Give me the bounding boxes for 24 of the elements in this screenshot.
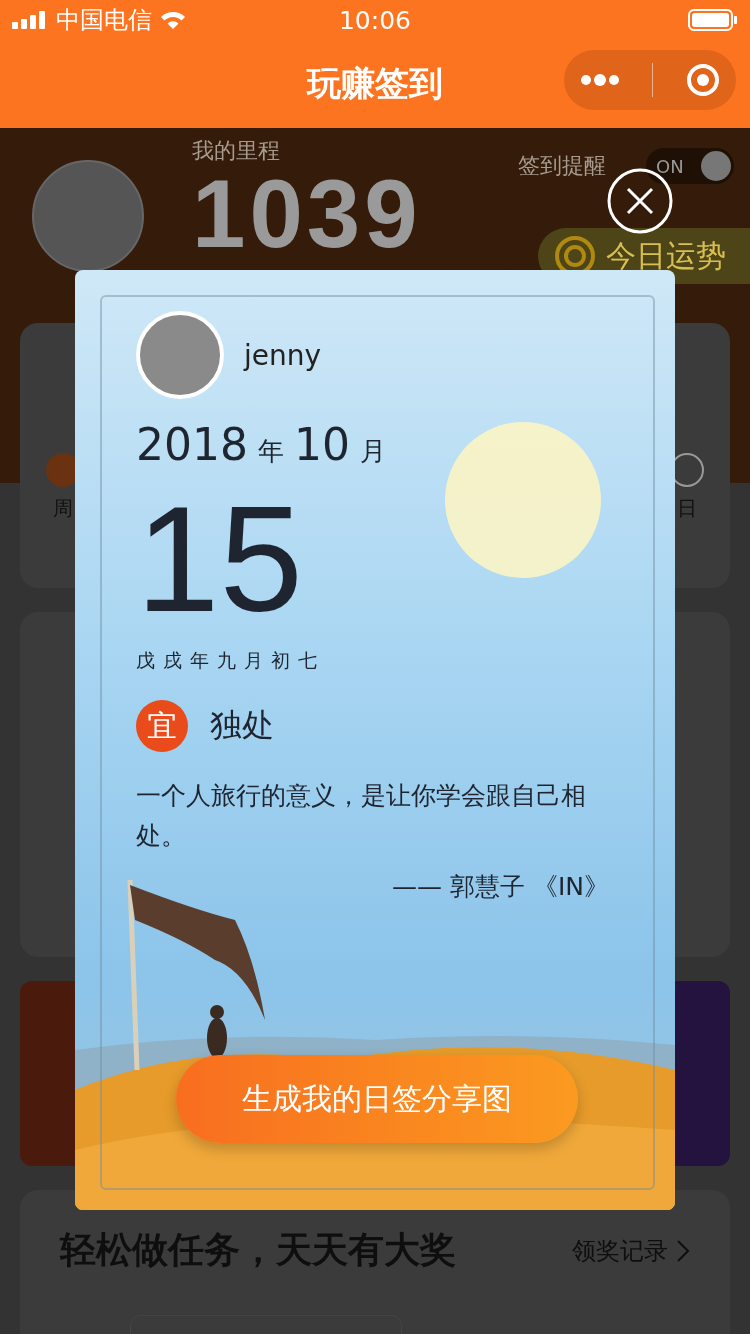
wifi-icon [160,10,186,30]
signal-icon [12,11,48,29]
quote-author: —— 郭慧子 《IN》 [392,871,609,903]
page-title: 玩赚签到 [307,62,443,105]
month-unit: 月 [360,435,386,468]
carrier-name: 中国电信 [56,5,152,36]
close-program-icon[interactable] [685,63,720,97]
year-unit: 年 [258,435,284,468]
day-number: 15 [136,484,303,634]
mileage-label: 我的里程 [192,137,281,165]
quote-text: 一个人旅行的意义，是让你学会跟自己相处。 [136,780,587,852]
lunar-date: 戊戌年九月初七 [136,648,325,673]
chevron-right-icon [676,1238,690,1263]
yi-activity: 独处 [210,705,274,746]
yi-badge: 宜 [136,700,188,752]
more-icon[interactable] [580,73,621,87]
user-name: jenny [244,338,322,372]
reminder-toggle[interactable]: ON [646,148,734,184]
reminder-label: 签到提醒 [518,152,606,180]
battery-icon [688,9,738,31]
month-value: 10 [294,419,350,470]
year-value: 2018 [136,419,248,470]
mileage-value: 1039 [192,166,422,262]
status-time: 10:06 [338,5,411,35]
